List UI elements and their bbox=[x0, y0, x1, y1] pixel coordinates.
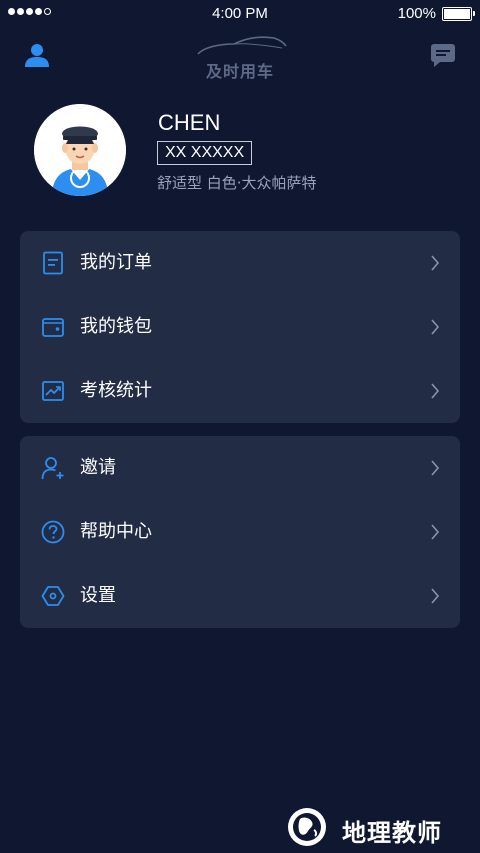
driver-profile: CHEN XX XXXXX 舒适型 白色·大众帕萨特 bbox=[0, 104, 480, 204]
menu-label: 考核统计 bbox=[80, 380, 152, 401]
app-logo: 及时用车 bbox=[190, 34, 290, 81]
menu-label: 帮助中心 bbox=[80, 521, 152, 542]
statistics-chart-icon bbox=[42, 381, 64, 401]
status-bar: 4:00 PM 100% bbox=[0, 0, 480, 28]
chevron-right-icon bbox=[431, 383, 440, 399]
menu-item-invite[interactable]: 邀请 bbox=[20, 436, 460, 500]
driver-name: CHEN bbox=[158, 110, 221, 135]
globe-logo-icon bbox=[288, 808, 326, 846]
profile-user-icon[interactable] bbox=[24, 42, 50, 68]
battery-percentage: 100% bbox=[397, 5, 436, 22]
watermark-text: 地理教师 bbox=[342, 819, 442, 847]
settings-icon bbox=[41, 586, 65, 606]
menu-item-help-center[interactable]: 帮助中心 bbox=[20, 500, 460, 564]
message-icon[interactable] bbox=[430, 42, 456, 68]
menu-label: 我的钱包 bbox=[80, 316, 152, 337]
menu-item-my-orders[interactable]: 我的订单 bbox=[20, 231, 460, 295]
menu-label: 设置 bbox=[80, 585, 116, 606]
menu-label: 邀请 bbox=[80, 457, 116, 478]
driver-avatar[interactable] bbox=[34, 104, 126, 196]
invite-user-icon bbox=[41, 457, 64, 480]
car-info: 舒适型 白色·大众帕萨特 bbox=[157, 174, 317, 192]
chevron-right-icon bbox=[431, 460, 440, 476]
watermark: 地理教师 bbox=[278, 804, 478, 850]
menu-item-statistics[interactable]: 考核统计 bbox=[20, 359, 460, 423]
menu-card-primary: 我的订单 我的钱包 考核统计 bbox=[20, 231, 460, 423]
logo-text: 及时用车 bbox=[205, 62, 274, 81]
driver-avatar-illustration bbox=[34, 104, 126, 196]
wallet-icon bbox=[42, 318, 64, 337]
menu-label: 我的订单 bbox=[80, 252, 152, 273]
chevron-right-icon bbox=[431, 255, 440, 271]
license-plate: XX XXXXX bbox=[157, 141, 253, 165]
chevron-right-icon bbox=[431, 524, 440, 540]
nav-bar: 及时用车 bbox=[0, 28, 480, 84]
menu-item-settings[interactable]: 设置 bbox=[20, 564, 460, 628]
help-icon bbox=[41, 520, 65, 544]
chevron-right-icon bbox=[431, 588, 440, 604]
battery-icon bbox=[442, 7, 475, 21]
order-list-icon bbox=[43, 251, 63, 275]
car-silhouette-icon bbox=[197, 36, 287, 55]
menu-item-my-wallet[interactable]: 我的钱包 bbox=[20, 295, 460, 359]
chevron-right-icon bbox=[431, 319, 440, 335]
menu-card-secondary: 邀请 帮助中心 设置 bbox=[20, 436, 460, 628]
